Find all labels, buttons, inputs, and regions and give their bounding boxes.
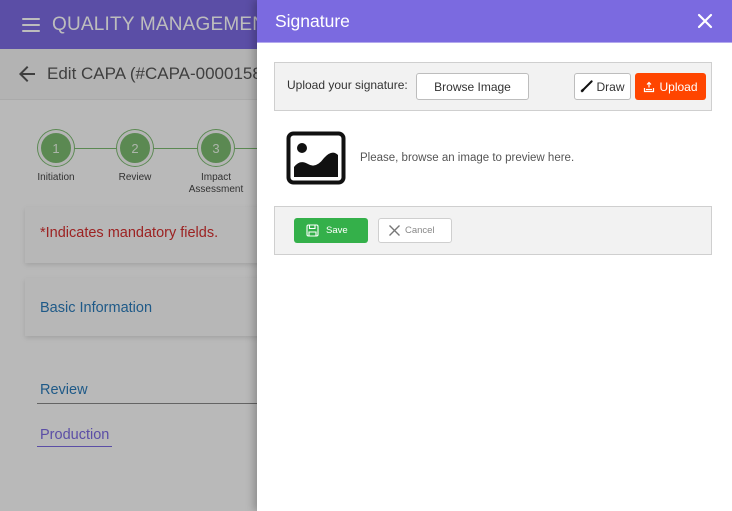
upload-icon (644, 81, 655, 92)
upload-button[interactable]: Upload (635, 73, 706, 100)
save-button[interactable]: Save (294, 218, 368, 243)
browse-image-button[interactable]: Browse Image (416, 73, 529, 100)
close-icon[interactable] (697, 13, 713, 29)
signature-panel: Signature Upload your signature: Browse … (257, 0, 732, 511)
panel-title: Signature (275, 10, 350, 31)
draw-label: Draw (596, 79, 625, 94)
pen-icon (581, 80, 594, 93)
cancel-label: Cancel (405, 225, 435, 236)
save-label: Save (326, 225, 348, 236)
draw-button[interactable]: Draw (574, 73, 631, 100)
image-preview: Please, browse an image to preview here. (286, 131, 574, 185)
action-bar: Save Cancel (274, 206, 712, 255)
upload-toolbar: Upload your signature: Browse Image Draw… (274, 62, 712, 111)
image-placeholder-icon (286, 131, 346, 185)
upload-label: Upload your signature: (287, 78, 408, 92)
upload-label-text: Upload (659, 79, 698, 94)
panel-header: Signature (257, 0, 732, 43)
close-x-icon (389, 225, 400, 236)
cancel-button[interactable]: Cancel (378, 218, 452, 243)
preview-message: Please, browse an image to preview here. (360, 152, 575, 164)
floppy-disk-icon (306, 224, 319, 237)
